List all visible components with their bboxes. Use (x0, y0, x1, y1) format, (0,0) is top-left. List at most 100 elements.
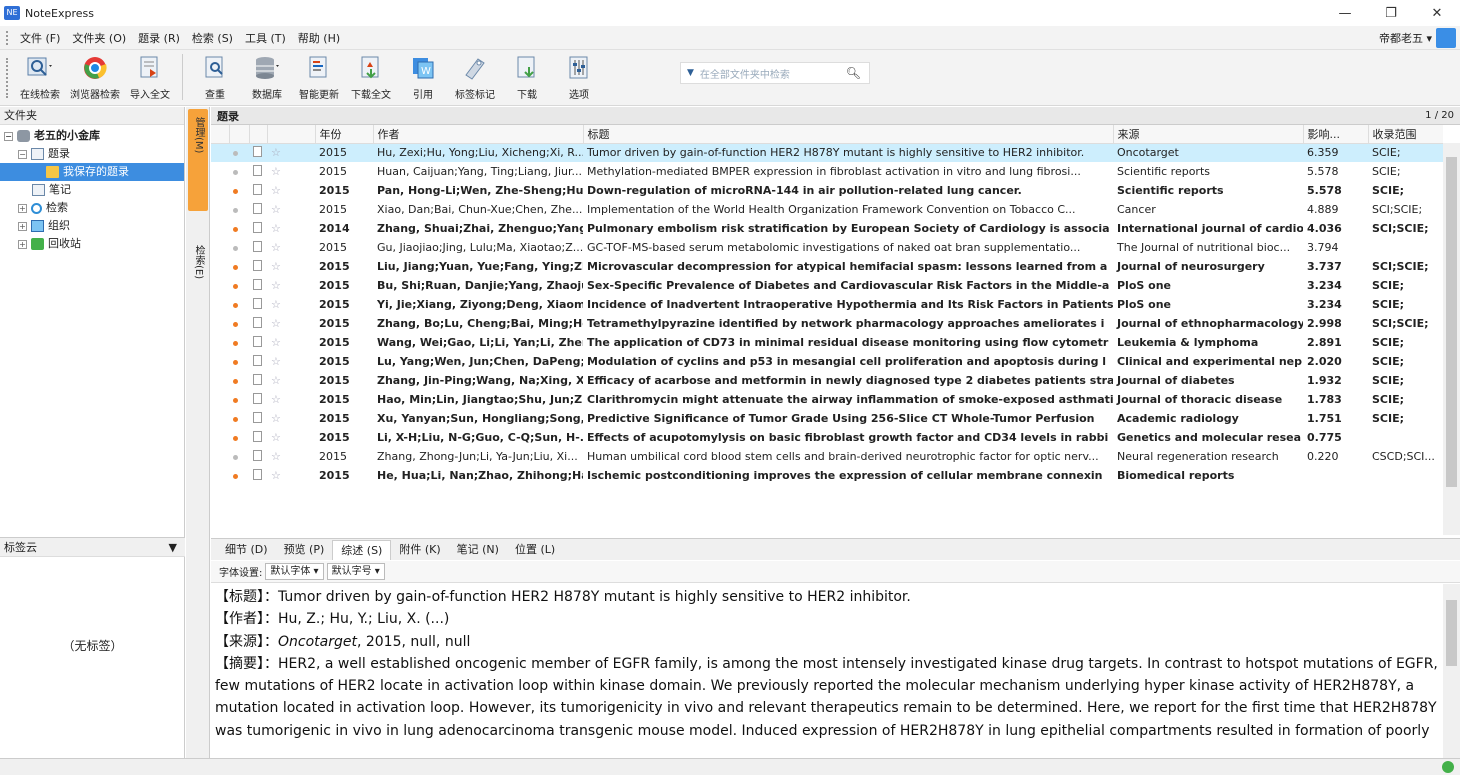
dropdown-icon[interactable]: ▼ (169, 538, 177, 556)
table-row[interactable]: ☆ 2015 Zhang, Zhong-Jun;Li, Ya-Jun;Liu, Xi… (211, 447, 1443, 466)
download-button[interactable]: 下载 (505, 54, 549, 101)
dedupe-button[interactable]: 查重 (193, 54, 237, 101)
star-icon[interactable]: ☆ (271, 469, 281, 482)
col-impact[interactable]: 影响... (1303, 125, 1369, 144)
table-row[interactable]: ☆ 2015 Yi, Jie;Xiang, Ziyong;Deng, Xiaomi I… (211, 295, 1443, 314)
table-row[interactable]: ☆ 2014 Zhang, Shuai;Zhai, Zhenguo;Yang, Pul… (211, 219, 1443, 238)
browser-search-button[interactable]: 浏览器检索 (70, 54, 120, 101)
col-source[interactable]: 来源 (1113, 125, 1304, 144)
menu-folder[interactable]: 文件夹 (O) (66, 30, 132, 46)
tab-attachment[interactable]: 附件 (K) (391, 540, 448, 560)
tab-preview[interactable]: 预览 (P) (276, 540, 333, 560)
tree-node-trash[interactable]: + 回收站 (0, 235, 184, 253)
collapse-icon[interactable]: − (18, 149, 27, 159)
document-icon (253, 335, 262, 347)
tree-node-organize[interactable]: + 组织 (0, 217, 184, 235)
tab-detail[interactable]: 细节 (D) (217, 540, 276, 560)
collapse-icon[interactable]: − (4, 131, 13, 141)
expand-icon[interactable]: + (18, 203, 27, 213)
table-row[interactable]: ☆ 2015 Hao, Min;Lin, Jiangtao;Shu, Jun;Zh C… (211, 390, 1443, 409)
tree-node-records[interactable]: − 题录 (0, 145, 184, 163)
star-icon[interactable]: ☆ (271, 374, 281, 387)
tab-summary[interactable]: 综述 (S) (332, 540, 392, 560)
menu-records[interactable]: 题录 (R) (132, 30, 186, 46)
col-author[interactable]: 作者 (373, 125, 584, 144)
table-row[interactable]: ☆ 2015 Hu, Zexi;Hu, Yong;Liu, Xicheng;Xi, … (211, 143, 1443, 162)
star-icon[interactable]: ☆ (271, 355, 281, 368)
options-button[interactable]: 选项 (557, 54, 601, 101)
expand-icon[interactable]: + (18, 239, 27, 249)
smart-update-button[interactable]: 智能更新 (297, 54, 341, 101)
col-year[interactable]: 年份 (315, 125, 374, 144)
star-icon[interactable]: ☆ (271, 165, 281, 178)
tree-node-library[interactable]: − 老五的小金库 (0, 127, 184, 145)
table-row[interactable]: ☆ 2015 Xiao, Dan;Bai, Chun-Xue;Chen, Zhe..… (211, 200, 1443, 219)
cell-year: 2015 (319, 317, 350, 330)
tree-node-notes[interactable]: 笔记 (0, 181, 184, 199)
font-family-select[interactable]: 默认字体 ▾ (265, 563, 324, 580)
table-row[interactable]: ☆ 2015 Huan, Caijuan;Yang, Ting;Liang, Jiu… (211, 162, 1443, 181)
search-icon[interactable]: 🔍︎ (846, 66, 861, 80)
search-input[interactable]: ▼ 在全部文件夹中检索 🔍︎ (680, 62, 870, 84)
tree-node-search[interactable]: + 检索 (0, 199, 184, 217)
star-icon[interactable]: ☆ (271, 222, 281, 235)
col-title[interactable]: 标题 (583, 125, 1114, 144)
user-avatar-icon[interactable] (1436, 28, 1456, 48)
table-row[interactable]: ☆ 2015 Zhang, Jin-Ping;Wang, Na;Xing, Xi Ef… (211, 371, 1443, 390)
scroll-thumb[interactable] (1446, 157, 1457, 487)
star-icon[interactable]: ☆ (271, 431, 281, 444)
table-row[interactable]: ☆ 2015 He, Hua;Li, Nan;Zhao, Zhihong;Ha Isc… (211, 466, 1443, 485)
menu-help[interactable]: 帮助 (H) (292, 30, 346, 46)
table-row[interactable]: ☆ 2015 Zhang, Bo;Lu, Cheng;Bai, Ming;He Tet… (211, 314, 1443, 333)
star-icon[interactable]: ☆ (271, 279, 281, 292)
star-icon[interactable]: ☆ (271, 184, 281, 197)
table-row[interactable]: ☆ 2015 Wang, Wei;Gao, Li;Li, Yan;Li, Zhen T… (211, 333, 1443, 352)
tab-location[interactable]: 位置 (L) (507, 540, 563, 560)
close-icon[interactable]: ✕ (1414, 0, 1460, 26)
star-icon[interactable]: ☆ (271, 393, 281, 406)
cell-source: Genetics and molecular resea (1117, 431, 1302, 444)
col-scope[interactable]: 收录范围 (1368, 125, 1443, 144)
table-row[interactable]: ☆ 2015 Xu, Yanyan;Sun, Hongliang;Song, , Pr… (211, 409, 1443, 428)
summary-scrollbar[interactable] (1443, 584, 1460, 758)
star-icon[interactable]: ☆ (271, 317, 281, 330)
cell-impact: 2.020 (1307, 355, 1342, 368)
import-fulltext-button[interactable]: 导入全文 (128, 54, 172, 101)
tree-node-saved-records[interactable]: 我保存的题录 (0, 163, 184, 181)
minimize-icon[interactable]: — (1322, 0, 1368, 26)
cite-button[interactable]: W 引用 (401, 54, 445, 101)
font-size-select[interactable]: 默认字号 ▾ (326, 563, 385, 580)
menu-tools[interactable]: 工具 (T) (239, 30, 292, 46)
scroll-thumb[interactable] (1446, 600, 1457, 666)
menu-search[interactable]: 检索 (S) (186, 30, 239, 46)
expand-icon[interactable]: + (18, 221, 27, 231)
star-icon[interactable]: ☆ (271, 203, 281, 216)
restore-icon[interactable]: ❐ (1368, 0, 1414, 26)
star-icon[interactable]: ☆ (271, 241, 281, 254)
table-row[interactable]: ☆ 2015 Pan, Hong-Li;Wen, Zhe-Sheng;Hua Down… (211, 181, 1443, 200)
star-icon[interactable]: ☆ (271, 260, 281, 273)
records-scrollbar[interactable] (1443, 143, 1460, 535)
online-search-button[interactable]: 在线检索 (18, 54, 62, 101)
star-icon[interactable]: ☆ (271, 412, 281, 425)
tab-search[interactable]: 检索 (E) (188, 237, 208, 297)
tab-manage[interactable]: 管理 (M) (188, 109, 208, 211)
table-row[interactable]: ☆ 2015 Gu, Jiaojiao;Jing, Lulu;Ma, Xiaotao… (211, 238, 1443, 257)
menu-file[interactable]: 文件 (F) (14, 30, 66, 46)
table-row[interactable]: ☆ 2015 Bu, Shi;Ruan, Danjie;Yang, Zhaojun S… (211, 276, 1443, 295)
cell-author: Pan, Hong-Li;Wen, Zhe-Sheng;Hua (377, 184, 583, 197)
star-icon[interactable]: ☆ (271, 298, 281, 311)
download-fulltext-button[interactable]: 下载全文 (349, 54, 393, 101)
tab-notes[interactable]: 笔记 (N) (449, 540, 507, 560)
user-menu[interactable]: 帝都老五 ▾ (1379, 30, 1432, 46)
database-button[interactable]: 数据库 (245, 54, 289, 101)
star-icon[interactable]: ☆ (271, 450, 281, 463)
star-icon[interactable]: ☆ (271, 336, 281, 349)
cell-title: The application of CD73 in minimal resid… (587, 336, 1109, 349)
table-row[interactable]: ☆ 2015 Liu, Jiang;Yuan, Yue;Fang, Ying;Zha… (211, 257, 1443, 276)
table-row[interactable]: ☆ 2015 Lu, Yang;Wen, Jun;Chen, DaPeng;. Mod… (211, 352, 1443, 371)
star-icon[interactable]: ☆ (271, 146, 281, 159)
tag-mark-button[interactable]: 标签标记 (453, 54, 497, 101)
table-row[interactable]: ☆ 2015 Li, X-H;Liu, N-G;Guo, C-Q;Sun, H-. E… (211, 428, 1443, 447)
chevron-down-icon[interactable]: ▼ (687, 68, 694, 78)
